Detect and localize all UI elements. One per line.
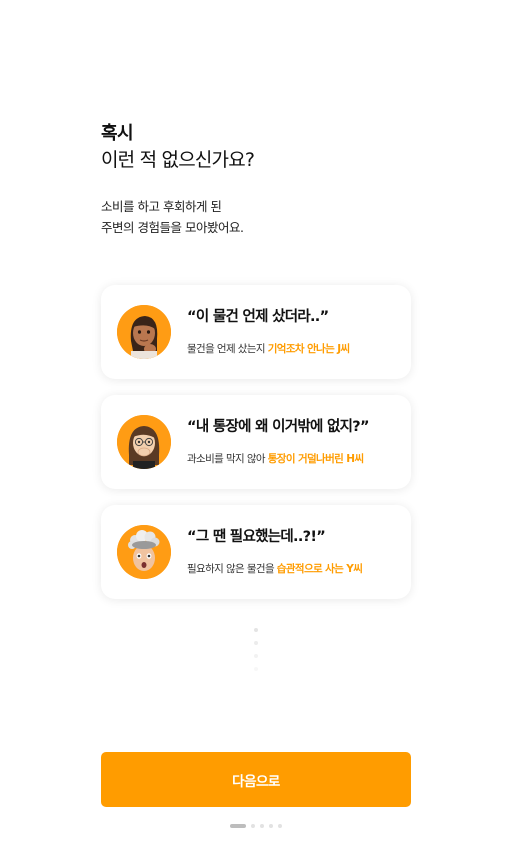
card-description-text: 물건을 언제 샀는지 <box>187 343 268 355</box>
page-indicator-dot <box>269 824 273 828</box>
card-quote: “그 땐 필요했는데..?!” <box>187 529 326 545</box>
card-description-accent: 습관적으로 사는 Y씨 <box>276 563 363 575</box>
card-description-accent: 기억조차 안나는 J씨 <box>267 343 351 355</box>
page-indicator-dot <box>260 824 264 828</box>
card-description-text: 필요하지 않은 물건을 <box>187 563 277 575</box>
card-description: 물건을 언제 샀는지 기억조차 안나는 J씨 <box>187 341 350 356</box>
page-indicator-active <box>230 824 246 828</box>
more-indicator <box>254 628 259 680</box>
experience-card: “내 통장에 왜 이거밖에 없지?” 과소비를 막지 않아 통장이 거덜나버린 … <box>101 395 411 489</box>
experience-card: “그 땐 필요했는데..?!” 필요하지 않은 물건을 습관적으로 사는 Y씨 <box>101 505 411 599</box>
page-indicator <box>230 824 287 828</box>
page-indicator-dot <box>251 824 255 828</box>
onboarding-heading: 혹시 이런 적 없으신가요? <box>99 122 255 174</box>
page-indicator-dot <box>278 824 282 828</box>
subtitle-line-2: 주변의 경험들을 모아봤어요. <box>101 220 244 235</box>
subtitle-line-1: 소비를 하고 후회하게 된 <box>101 199 222 214</box>
card-description: 필요하지 않은 물건을 습관적으로 사는 Y씨 <box>187 561 363 576</box>
next-button[interactable]: 다음으로 <box>101 752 411 807</box>
more-dot <box>254 654 258 658</box>
card-description-accent: 통장이 거덜나버린 H씨 <box>267 453 364 465</box>
thinking-woman-avatar-icon <box>117 305 171 359</box>
card-description: 과소비를 막지 않아 통장이 거덜나버린 H씨 <box>187 451 364 466</box>
more-dot <box>254 628 258 632</box>
page-title: 이런 적 없으신가요? <box>101 149 255 171</box>
more-dot <box>254 667 258 671</box>
card-quote: “이 물건 언제 샀더라..” <box>187 309 329 325</box>
card-quote: “내 통장에 왜 이거밖에 없지?” <box>187 419 370 435</box>
mind-blown-avatar-icon <box>117 525 171 579</box>
card-description-text: 과소비를 막지 않아 <box>187 453 268 465</box>
subtitle: 소비를 하고 후회하게 된 주변의 경험들을 모아봤어요. <box>101 196 244 238</box>
heading-highlight: 혹시 <box>99 123 136 144</box>
shocked-woman-avatar-icon <box>117 415 171 469</box>
experience-card: “이 물건 언제 샀더라..” 물건을 언제 샀는지 기억조차 안나는 J씨 <box>101 285 411 379</box>
more-dot <box>254 641 258 645</box>
